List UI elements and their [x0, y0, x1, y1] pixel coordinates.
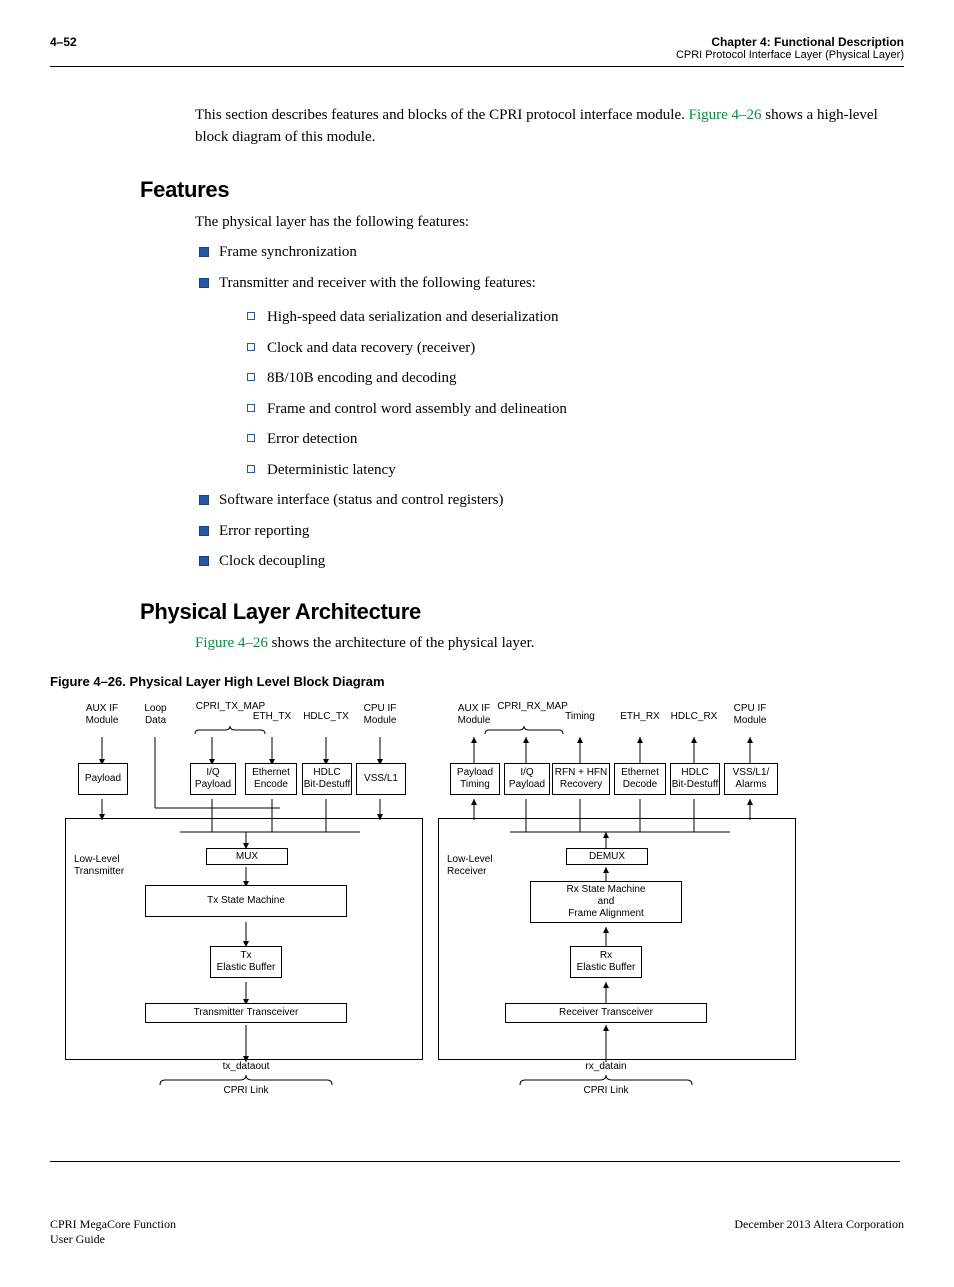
section-label: CPRI Protocol Interface Layer (Physical …	[676, 49, 904, 61]
list-item: Error detection	[219, 428, 904, 451]
list-item: 8B/10B encoding and decoding	[219, 367, 904, 390]
block-diagram: AUX IFModule LoopData CPRI_TX_MAP ETH_TX…	[50, 703, 900, 1162]
list-item: High-speed data serialization and deseri…	[219, 306, 904, 329]
figure-link[interactable]: Figure 4–26	[195, 635, 268, 651]
arch-heading: Physical Layer Architecture	[140, 599, 904, 625]
list-item: Clock and data recovery (receiver)	[219, 337, 904, 360]
list-item: Error reporting	[195, 520, 904, 543]
page-number: 4–52	[50, 35, 77, 61]
figure-link[interactable]: Figure 4–26	[689, 107, 762, 123]
list-item: Clock decoupling	[195, 550, 904, 573]
features-list: The physical layer has the following fea…	[195, 211, 904, 573]
page-header: 4–52 Chapter 4: Functional Description C…	[50, 35, 904, 67]
list-item: Frame and control word assembly and deli…	[219, 398, 904, 421]
footer-right: December 2013 Altera Corporation	[734, 1217, 904, 1247]
intro-paragraph: This section describes features and bloc…	[195, 105, 904, 149]
page-footer: CPRI MegaCore Function User Guide Decemb…	[50, 1217, 904, 1247]
arch-paragraph: Figure 4–26 shows the architecture of th…	[195, 633, 904, 655]
list-item: Deterministic latency	[219, 459, 904, 482]
list-item: Software interface (status and control r…	[195, 489, 904, 512]
features-heading: Features	[140, 177, 904, 203]
chapter-label: Chapter 4: Functional Description	[676, 35, 904, 49]
footer-left1: CPRI MegaCore Function	[50, 1217, 176, 1232]
figure-title: Figure 4–26. Physical Layer High Level B…	[50, 674, 904, 689]
list-item: Transmitter and receiver with the follow…	[195, 272, 904, 482]
list-item: Frame synchronization	[195, 241, 904, 264]
